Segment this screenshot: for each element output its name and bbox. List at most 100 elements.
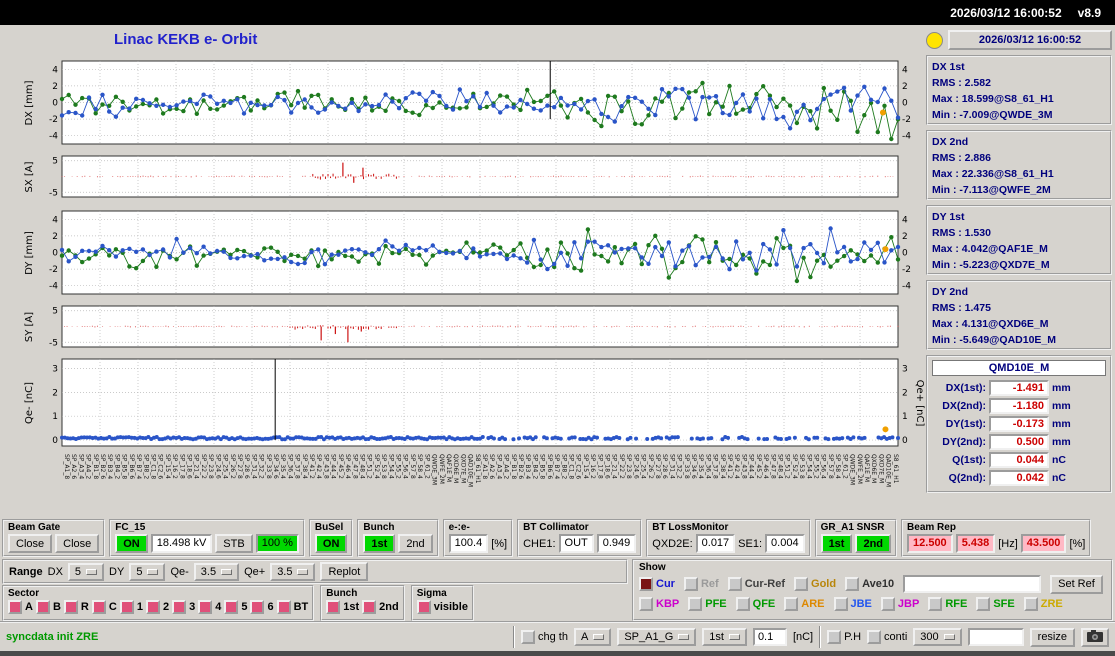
svg-text:2: 2: [902, 82, 908, 92]
sector-1-checkbox[interactable]: 1: [119, 600, 143, 614]
ph-label: P.H: [844, 631, 862, 643]
svg-text:SP_A4_2: SP_A4_2: [503, 454, 510, 479]
svg-text:SP_32_2: SP_32_2: [258, 454, 265, 479]
checkbox-box: [1023, 597, 1038, 611]
svg-text:SP_25_4: SP_25_4: [640, 454, 647, 479]
busel-on-button[interactable]: ON: [314, 534, 348, 553]
checkbox-box: [880, 597, 895, 611]
bt-collimator-panel: BT Collimator CHE1: OUT 0.949: [517, 519, 643, 557]
status-bar: syncdata init ZRE chg th A SP_A1_G 1st […: [0, 621, 1115, 651]
gr-a1-snsr-title: GR_A1 SNSR: [820, 522, 885, 533]
sector-2-checkbox[interactable]: 2: [145, 600, 169, 614]
snsr-2nd-button[interactable]: 2nd: [855, 534, 892, 553]
ee-ratio-display: 100.4: [448, 534, 489, 553]
show-jbp-checkbox[interactable]: JBP: [880, 597, 919, 611]
show-ave10-checkbox[interactable]: Ave10: [845, 577, 894, 591]
sector-a-checkbox[interactable]: A: [8, 600, 33, 614]
sector-a-dropdown[interactable]: A: [573, 628, 612, 646]
sp-a1-g-dropdown[interactable]: SP_A1_G: [617, 628, 697, 646]
screenshot-button[interactable]: [1081, 627, 1109, 647]
conti-checkbox[interactable]: conti: [867, 630, 907, 644]
sector-c-checkbox[interactable]: C: [91, 600, 117, 614]
snsr-1st-button[interactable]: 1st: [820, 534, 853, 553]
bunch-2nd-checkbox[interactable]: 2nd: [362, 600, 399, 614]
show-sfe-checkbox[interactable]: SFE: [976, 597, 1015, 611]
range-dy-dropdown[interactable]: 5: [129, 562, 166, 581]
window-bottom-edge: [0, 651, 1115, 656]
bunch-1st-checkbox[interactable]: 1st: [326, 600, 359, 614]
show-ref-checkbox[interactable]: Ref: [683, 577, 719, 591]
show-pfe-checkbox[interactable]: PFE: [688, 597, 727, 611]
threshold-input[interactable]: [752, 628, 787, 646]
svg-text:QXD6E_M: QXD6E_M: [452, 454, 459, 483]
sector-5-checkbox[interactable]: 5: [224, 600, 247, 614]
svg-text:SP_46_4: SP_46_4: [762, 454, 769, 479]
svg-text:SP_24_6: SP_24_6: [214, 454, 221, 479]
checkbox-label: ZRE: [1040, 598, 1063, 610]
sector-r-checkbox[interactable]: R: [63, 600, 89, 614]
sigma-visible-checkbox[interactable]: visible: [416, 600, 468, 614]
show-gold-checkbox[interactable]: Gold: [794, 577, 836, 591]
sector-4-checkbox[interactable]: 4: [198, 600, 221, 614]
dropdown-value: 5: [74, 565, 82, 578]
ph-checkbox[interactable]: P.H: [827, 630, 861, 644]
dropdown-indicator-icon: [728, 634, 740, 640]
svg-text:SP_46_4: SP_46_4: [344, 454, 351, 479]
svg-text:SP_B7_4: SP_B7_4: [135, 454, 142, 479]
aux-input[interactable]: [967, 628, 1024, 646]
svg-text:0: 0: [52, 436, 58, 446]
range-qe--dropdown[interactable]: 3.5: [270, 562, 316, 581]
svg-text:SP_52_4: SP_52_4: [373, 454, 380, 479]
show-are-checkbox[interactable]: ARE: [784, 597, 825, 611]
set-ref-input[interactable]: [903, 575, 1042, 593]
checkbox-box: [119, 600, 134, 614]
show-rfe-checkbox[interactable]: RFE: [928, 597, 967, 611]
sector-bt-checkbox[interactable]: BT: [276, 600, 308, 614]
show-qfe-checkbox[interactable]: QFE: [735, 597, 775, 611]
gr-a1-snsr-panel: GR_A1 SNSR 1st 2nd: [814, 519, 898, 557]
range-qe--dropdown[interactable]: 3.5: [193, 562, 240, 581]
chg-th-checkbox[interactable]: chg th: [521, 630, 568, 644]
svg-text:SP_34_6: SP_34_6: [272, 454, 279, 479]
conti-label: conti: [884, 631, 908, 643]
svg-text:SP_26_2: SP_26_2: [229, 454, 236, 479]
sector-6-checkbox[interactable]: 6: [250, 600, 274, 614]
show-zre-checkbox[interactable]: ZRE: [1023, 597, 1063, 611]
show-cur-ref-checkbox[interactable]: Cur-Ref: [727, 577, 785, 591]
show-kbp-checkbox[interactable]: KBP: [639, 597, 679, 611]
qmd-row-label: Q(1st):: [952, 454, 986, 466]
main-area: Linac KEKB e- Orbit 4 4 2 2 0 0 -2 -2 -4 -4 DX [mm…: [0, 25, 1115, 517]
beam-rep-value-2: 5.438: [955, 534, 996, 553]
checkbox-label: KBP: [656, 598, 680, 610]
beam-gate-close-button-1[interactable]: Close: [8, 534, 53, 553]
busel-panel: BuSel ON: [308, 519, 354, 557]
qmd-row-value: -1.180: [989, 398, 1049, 414]
svg-text:SP_28_6: SP_28_6: [661, 454, 668, 479]
show-cur-checkbox[interactable]: Cur: [639, 577, 675, 591]
timestamp-display: 2026/03/12 16:00:52: [948, 30, 1112, 50]
svg-text:0: 0: [52, 249, 58, 259]
qmd-row-value: 0.042: [989, 470, 1049, 486]
range-dx-dropdown[interactable]: 5: [67, 562, 105, 581]
fc15-stb-button[interactable]: STB: [215, 534, 253, 553]
show-jbe-checkbox[interactable]: JBE: [833, 597, 872, 611]
set-ref-button[interactable]: Set Ref: [1050, 574, 1103, 594]
svg-text:SP_58_4: SP_58_4: [834, 454, 841, 479]
resize-button[interactable]: resize: [1029, 627, 1075, 647]
sector-3-checkbox[interactable]: 3: [172, 600, 195, 614]
bunch-2nd-button[interactable]: 2nd: [398, 534, 433, 553]
interval-dropdown[interactable]: 300: [913, 628, 962, 646]
fc15-on-button[interactable]: ON: [115, 534, 148, 553]
svg-text:SP_B4_2: SP_B4_2: [531, 454, 538, 479]
beam-gate-close-button-2[interactable]: Close: [55, 534, 100, 553]
svg-text:SP_B6_6: SP_B6_6: [128, 454, 135, 479]
replot-button[interactable]: Replot: [320, 562, 369, 581]
checkbox-box: [727, 577, 742, 591]
svg-text:SP_27_8: SP_27_8: [236, 454, 243, 479]
svg-text:SP_B5_8: SP_B5_8: [539, 454, 546, 479]
bunch-1st-button[interactable]: 1st: [363, 534, 396, 553]
sector-b-checkbox[interactable]: B: [35, 600, 61, 614]
svg-text:SP_58_4: SP_58_4: [416, 454, 423, 479]
bunch-1st-dropdown[interactable]: 1st: [702, 628, 747, 646]
svg-text:2: 2: [52, 82, 58, 92]
